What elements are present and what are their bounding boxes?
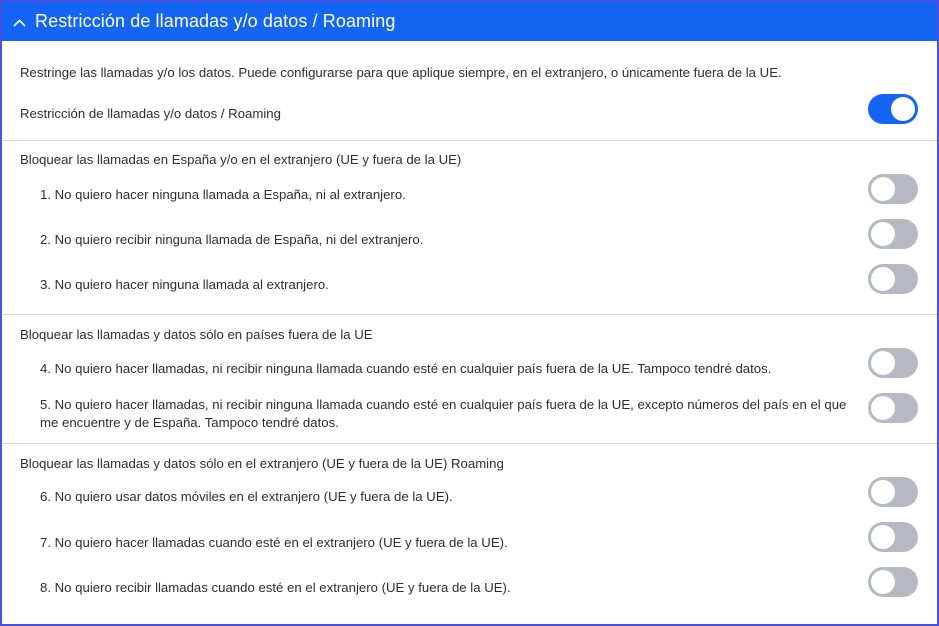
option-label-4: 4. No quiero hacer llamadas, ni recibir … [40, 361, 772, 376]
divider [2, 140, 937, 141]
toggle-knob [891, 97, 915, 121]
option-toggle-8[interactable] [868, 567, 918, 597]
panel-header[interactable]: Restricción de llamadas y/o datos / Roam… [2, 2, 937, 41]
option-label-6: 6. No quiero usar datos móviles en el ex… [40, 489, 453, 504]
toggle-knob [871, 480, 895, 504]
option-toggle-7[interactable] [868, 522, 918, 552]
option-toggle-3[interactable] [868, 264, 918, 294]
toggle-knob [871, 222, 895, 246]
toggle-knob [871, 570, 895, 594]
option-label-8: 8. No quiero recibir llamadas cuando est… [40, 580, 511, 595]
panel-description: Restringe las llamadas y/o los datos. Pu… [20, 65, 782, 80]
roaming-restriction-panel: Restricción de llamadas y/o datos / Roam… [0, 0, 939, 626]
option-toggle-5[interactable] [868, 393, 918, 423]
divider [2, 314, 937, 315]
option-label-5-line1: 5. No quiero hacer llamadas, ni recibir … [40, 397, 847, 412]
option-toggle-1[interactable] [868, 174, 918, 204]
option-label-1: 1. No quiero hacer ninguna llamada a Esp… [40, 187, 406, 202]
option-toggle-2[interactable] [868, 219, 918, 249]
option-label-2: 2. No quiero recibir ninguna llamada de … [40, 232, 424, 247]
option-toggle-6[interactable] [868, 477, 918, 507]
toggle-knob [871, 351, 895, 375]
section-title-outside-eu: Bloquear las llamadas y datos sólo en pa… [20, 327, 373, 342]
panel-title: Restricción de llamadas y/o datos / Roam… [35, 11, 396, 31]
toggle-knob [871, 396, 895, 420]
option-label-3: 3. No quiero hacer ninguna llamada al ex… [40, 277, 329, 292]
toggle-knob [871, 525, 895, 549]
toggle-knob [871, 267, 895, 291]
option-toggle-4[interactable] [868, 348, 918, 378]
section-title-roaming: Bloquear las llamadas y datos sólo en el… [20, 456, 504, 471]
divider [2, 443, 937, 444]
section-title-spain-abroad: Bloquear las llamadas en España y/o en e… [20, 152, 462, 167]
master-toggle[interactable] [868, 94, 918, 124]
toggle-knob [871, 177, 895, 201]
master-toggle-label: Restricción de llamadas y/o datos / Roam… [20, 106, 281, 121]
option-label-7: 7. No quiero hacer llamadas cuando esté … [40, 535, 508, 550]
option-label-5-line2: me encuentre y de España. Tampoco tendré… [40, 415, 339, 430]
chevron-up-icon[interactable] [13, 19, 26, 30]
